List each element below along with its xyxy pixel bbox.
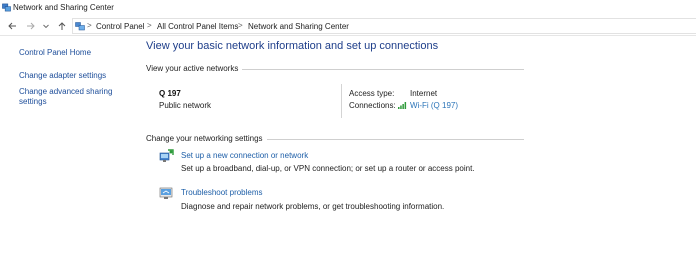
control-panel-icon bbox=[75, 22, 85, 31]
sidebar-item-control-panel-home[interactable]: Control Panel Home bbox=[19, 48, 91, 58]
new-connection-icon bbox=[159, 149, 174, 162]
forward-arrow-icon[interactable] bbox=[25, 20, 37, 32]
sidebar-item-adapter-settings[interactable]: Change adapter settings bbox=[19, 71, 106, 81]
breadcrumb-separator: > bbox=[87, 21, 92, 30]
wifi-signal-icon bbox=[398, 102, 407, 109]
page-title: View your basic network information and … bbox=[146, 40, 439, 52]
setup-connection-description: Set up a broadband, dial-up, or VPN conn… bbox=[181, 164, 475, 173]
address-bar[interactable]: > Control Panel > All Control Panel Item… bbox=[72, 18, 696, 34]
troubleshoot-icon bbox=[159, 187, 173, 199]
sidebar-item-advanced-sharing-cont[interactable]: settings bbox=[19, 97, 47, 107]
network-sharing-icon bbox=[2, 3, 11, 12]
breadcrumb-separator: > bbox=[238, 21, 243, 30]
sidebar-item-advanced-sharing[interactable]: Change advanced sharing bbox=[19, 87, 112, 97]
breadcrumb-control-panel[interactable]: Control Panel bbox=[96, 22, 144, 31]
navigation-bar: > Control Panel > All Control Panel Item… bbox=[0, 16, 696, 36]
network-type[interactable]: Public network bbox=[159, 101, 211, 110]
setup-connection-link[interactable]: Set up a new connection or network bbox=[181, 151, 308, 160]
access-type-label: Access type: bbox=[349, 89, 395, 98]
section-label-active-networks: View your active networks bbox=[146, 64, 243, 73]
section-label-networking-settings: Change your networking settings bbox=[146, 134, 267, 143]
back-arrow-icon[interactable] bbox=[6, 20, 18, 32]
title-bar: Network and Sharing Center bbox=[0, 0, 696, 15]
up-arrow-icon[interactable] bbox=[56, 20, 68, 32]
chevron-down-icon[interactable] bbox=[42, 20, 50, 32]
breadcrumb-separator: > bbox=[147, 21, 152, 30]
troubleshoot-link[interactable]: Troubleshoot problems bbox=[181, 188, 263, 197]
vertical-divider bbox=[341, 84, 342, 118]
breadcrumb-network-sharing[interactable]: Network and Sharing Center bbox=[248, 22, 349, 31]
access-type-value: Internet bbox=[410, 89, 438, 98]
troubleshoot-description: Diagnose and repair network problems, or… bbox=[181, 202, 445, 211]
breadcrumb-all-items[interactable]: All Control Panel Items bbox=[157, 22, 238, 31]
connections-label: Connections: bbox=[349, 101, 396, 110]
network-name: Q 197 bbox=[159, 89, 181, 98]
main-content: View your basic network information and … bbox=[146, 36, 696, 266]
window-title: Network and Sharing Center bbox=[13, 3, 114, 12]
connection-link[interactable]: Wi-Fi (Q 197) bbox=[410, 101, 458, 110]
sidebar: Control Panel Home Change adapter settin… bbox=[0, 36, 135, 266]
